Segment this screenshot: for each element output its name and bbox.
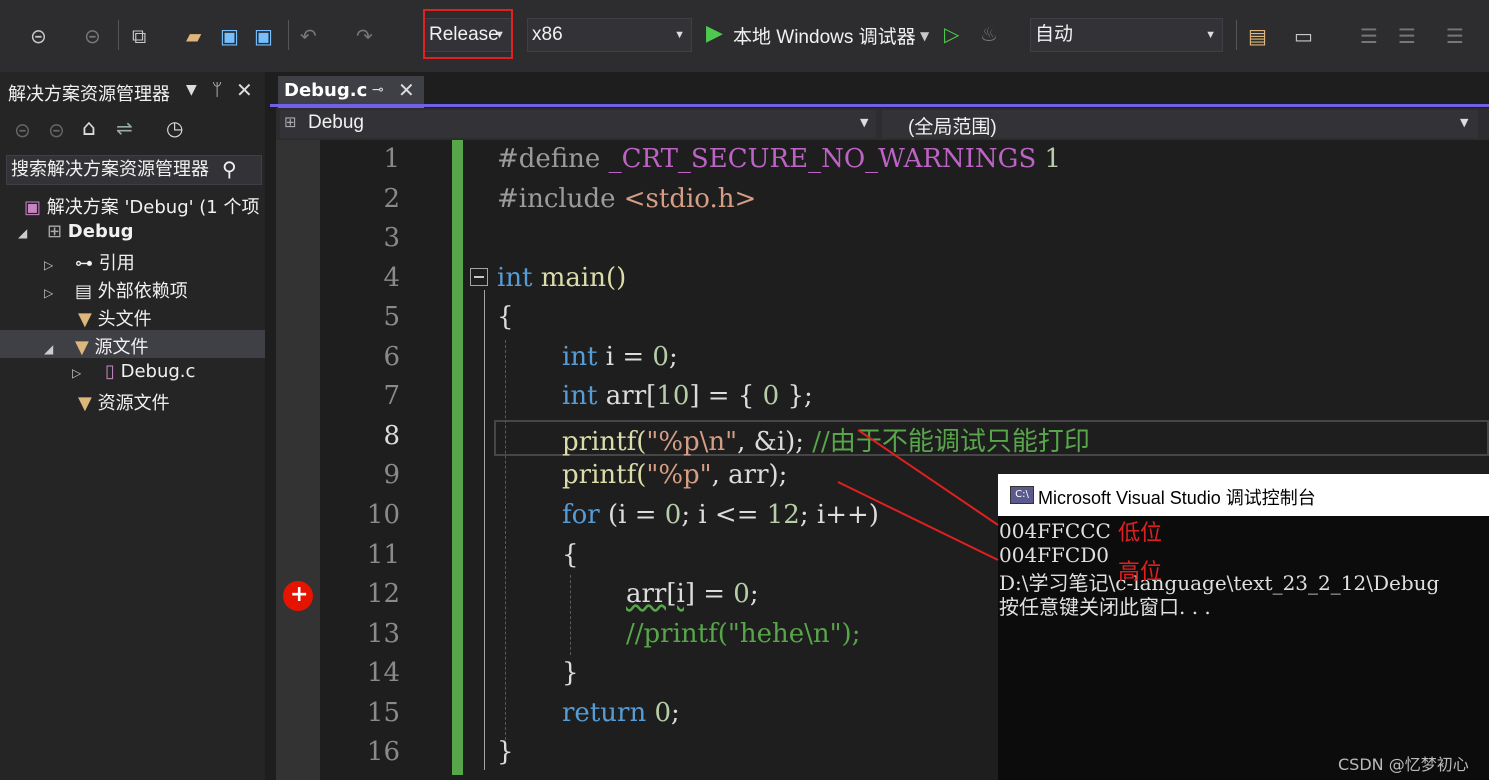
annotation-line	[857, 429, 999, 526]
annotation-line	[837, 481, 999, 561]
watermark: CSDN @忆梦初心	[1338, 755, 1469, 774]
annotation-lines	[837, 429, 999, 561]
